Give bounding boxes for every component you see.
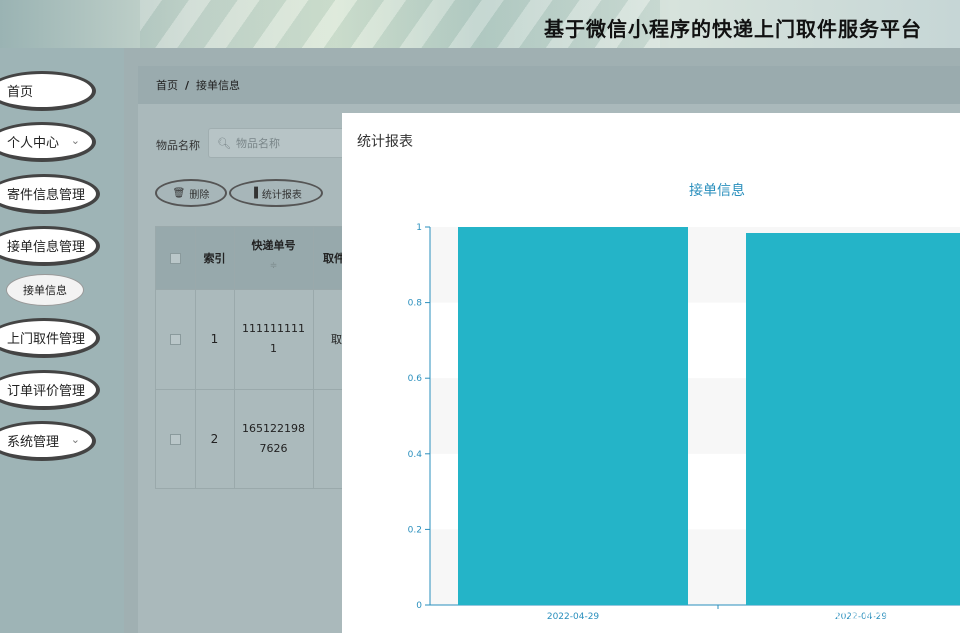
sort-icon[interactable]: ≑ — [234, 257, 313, 275]
breadcrumb-home[interactable]: 首页 — [156, 77, 178, 93]
search-input[interactable]: 🔍︎ 物品名称 — [208, 128, 348, 158]
x-tick-label: 2022-04-29 — [547, 612, 600, 622]
chevron-down-icon: ⌄ — [70, 433, 80, 446]
search-label: 物品名称 — [156, 139, 200, 152]
header-index: 索引 — [203, 252, 226, 265]
site-title: 基于微信小程序的快递上门取件服务平台 — [544, 17, 922, 41]
y-tick-label: 0 — [416, 601, 422, 611]
stats-report-dialog: 统计报表 接单信息 0 0.2 0.4 0.6 0.8 1 2022-04-29 2022-0… — [342, 113, 960, 633]
bar-chart: 00.20.40.60.812022-04-29 2022-04-29 — [408, 223, 960, 622]
sidebar-item-label: 个人中心 — [7, 136, 60, 151]
y-tick-label: 1 — [416, 223, 422, 233]
sidebar-item-label: 系统管理 — [7, 435, 60, 450]
y-tick-label: 0.8 — [408, 299, 423, 309]
table-cell-index: 2 — [210, 432, 219, 446]
header-tracking-no[interactable]: 快递单号 — [234, 235, 313, 255]
sidebar-item-label: 寄件信息管理 — [7, 188, 86, 203]
table-cell-index: 1 — [210, 332, 219, 346]
table-cell-tracking-no: 111111111 1 — [242, 322, 305, 355]
bar — [746, 233, 960, 605]
row-checkbox[interactable] — [156, 289, 195, 389]
stats-report-button[interactable]: ▐ 统计报表 — [229, 179, 323, 207]
stats-button-label: 统计报表 — [261, 189, 302, 201]
y-tick-label: 0.2 — [408, 525, 422, 535]
table-cell-tracking-no: 165122198 7626 — [242, 422, 305, 455]
search-icon: 🔍︎ — [217, 136, 231, 150]
watermark: CSDN @计算机YiDian — [776, 608, 921, 624]
chevron-down-icon: ⌄ — [70, 134, 80, 147]
submenu-order-info[interactable]: 接单信息 — [6, 274, 84, 306]
breadcrumb-separator: / — [185, 78, 190, 92]
sidebar-item-label: 首页 — [7, 85, 34, 100]
delete-button[interactable]: 🗑︎ 删除 — [155, 179, 227, 207]
sidebar-item-label: 上门取件管理 — [7, 332, 86, 347]
sidebar-item-label: 订单评价管理 — [7, 384, 86, 399]
header-banner: 基于微信小程序的快递上门取件服务平台 — [0, 0, 960, 48]
data-table: 索引 快递单号 ≑ 取件 1 111111111 1 取 2 165122198… — [155, 226, 345, 489]
bar-chart-icon: ▐ — [250, 187, 258, 199]
submenu-label: 接单信息 — [23, 284, 67, 297]
row-checkbox[interactable] — [156, 389, 195, 489]
breadcrumb-current: 接单信息 — [196, 79, 241, 92]
select-all-checkbox[interactable] — [156, 227, 195, 289]
search-placeholder: 物品名称 — [235, 137, 280, 150]
y-tick-label: 0.6 — [408, 374, 423, 384]
breadcrumb: 首页 / 接单信息 — [138, 66, 960, 104]
trash-icon: 🗑︎ — [172, 187, 186, 199]
sidebar-item-label: 接单信息管理 — [7, 240, 86, 255]
delete-button-label: 删除 — [189, 189, 210, 201]
y-tick-label: 0.4 — [408, 450, 423, 460]
bar — [458, 227, 688, 605]
